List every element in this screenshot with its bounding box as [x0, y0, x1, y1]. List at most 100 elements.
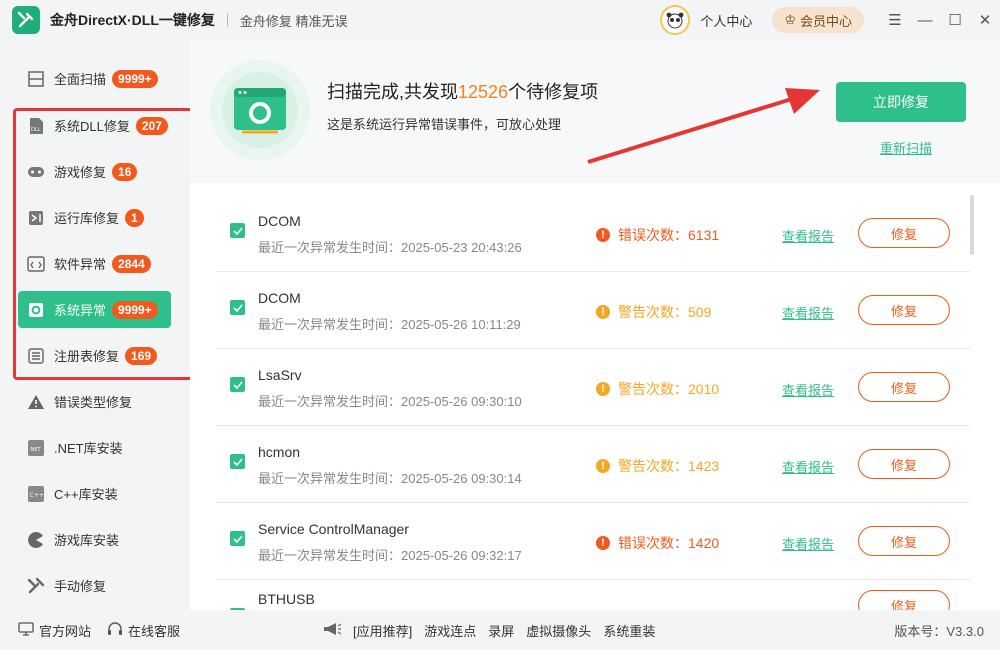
link-virtual-camera[interactable]: 虚拟摄像头: [526, 621, 591, 640]
link-screen-record[interactable]: 录屏: [488, 621, 514, 640]
cpp-icon: C++: [26, 484, 46, 504]
user-center-link[interactable]: 个人中心: [700, 11, 752, 30]
error-count: ! 错误次数：1420: [596, 533, 719, 553]
event-source: BTHUSB: [258, 591, 315, 607]
count-badge: 9999+: [112, 69, 158, 88]
svg-text:.NET: .NET: [29, 447, 41, 453]
view-report-link[interactable]: 查看报告: [782, 380, 834, 399]
vip-center-button[interactable]: ♔ 会员中心: [772, 7, 864, 33]
link-system-reinstall[interactable]: 系统重装: [603, 621, 655, 640]
app-title: 金舟DirectX·DLL一键修复: [50, 12, 215, 28]
headset-icon: [107, 621, 123, 640]
official-website-label: 官方网站: [39, 623, 92, 639]
title-divider: [226, 13, 228, 27]
fix-button[interactable]: 修复: [858, 526, 950, 556]
highlight-annotation-box: [13, 108, 193, 380]
row-checkbox[interactable]: [230, 300, 245, 315]
last-occurrence-time: 最近一次异常发生时间：2025-05-26 09:32:17: [258, 548, 522, 563]
fix-now-button[interactable]: 立即修复: [836, 82, 966, 122]
minimize-icon[interactable]: —: [910, 0, 940, 40]
scan-title-prefix: 扫描完成,共发现: [327, 82, 459, 102]
list-item: hcmon 最近一次异常发生时间：2025-05-26 09:30:14 ! 警告…: [216, 426, 970, 503]
view-report-link[interactable]: 查看报告: [782, 303, 834, 322]
sidebar-item-manual-repair[interactable]: 手动修复: [18, 567, 171, 604]
list-item: DCOM 最近一次异常发生时间：2025-05-23 20:43:26 ! 错误次…: [216, 195, 970, 272]
monitor-icon: [18, 621, 34, 639]
list-item: Service ControlManager 最近一次异常发生时间：2025-0…: [216, 503, 970, 580]
warning-icon: !: [596, 305, 610, 319]
scan-result-subtitle: 这是系统运行异常错误事件，可放心处理: [327, 117, 562, 132]
fix-button[interactable]: 修复: [858, 295, 950, 325]
count-text: 警告次数：509: [618, 304, 712, 320]
warning-icon: !: [596, 459, 610, 473]
close-icon[interactable]: ✕: [970, 0, 1000, 40]
scan-result-banner: 扫描完成,共发现12526个待修复项 这是系统运行异常错误事件，可放心处理 立即…: [190, 40, 1000, 183]
error-count: ! 错误次数：6131: [596, 225, 719, 245]
count-text: 错误次数：1420: [618, 535, 720, 551]
online-support-link[interactable]: 在线客服: [107, 621, 180, 640]
main-panel: 扫描完成,共发现12526个待修复项 这是系统运行异常错误事件，可放心处理 立即…: [190, 40, 1000, 610]
svg-text:C++: C++: [30, 492, 44, 499]
full-scan-icon: [26, 69, 46, 89]
fix-button[interactable]: 修复: [858, 449, 950, 479]
row-checkbox[interactable]: [230, 531, 245, 546]
sidebar-item-dotnet-install[interactable]: .NET .NET库安装: [18, 429, 171, 466]
menu-icon[interactable]: ☰: [880, 0, 910, 40]
row-checkbox[interactable]: [230, 454, 245, 469]
dotnet-icon: .NET: [26, 438, 46, 458]
avatar[interactable]: [660, 5, 691, 35]
tools-icon: [26, 576, 46, 596]
warning-icon: !: [596, 382, 610, 396]
status-bar: 官方网站 在线客服 [应用推荐] 游戏连点 录屏 虚拟摄像头 系统重装 版本号：…: [0, 610, 1000, 650]
vip-center-label: 会员中心: [799, 13, 852, 29]
sidebar-item-label: 全面扫描: [54, 72, 107, 87]
warning-count: ! 警告次数：2010: [596, 379, 719, 399]
maximize-icon[interactable]: ☐: [940, 0, 970, 40]
sidebar-item-label: .NET库安装: [54, 441, 123, 456]
view-report-link[interactable]: 查看报告: [782, 534, 834, 553]
last-occurrence-time: 最近一次异常发生时间：2025-05-26 10:11:29: [258, 317, 521, 332]
title-bar: 金舟DirectX·DLL一键修复 金舟修复 精准无误 个人中心 ♔ 会员中心 …: [0, 0, 1000, 40]
link-game-clicker[interactable]: 游戏连点: [424, 621, 476, 640]
fix-button[interactable]: 修复: [858, 372, 950, 402]
issue-list: DCOM 最近一次异常发生时间：2025-05-23 20:43:26 ! 错误次…: [216, 195, 970, 610]
scan-complete-illustration-icon: [210, 60, 310, 160]
app-recommend: [应用推荐]: [322, 621, 412, 640]
last-occurrence-time: 最近一次异常发生时间：2025-05-26 09:30:10: [258, 394, 522, 409]
sidebar-item-game-lib-install[interactable]: 游戏库安装: [18, 521, 171, 558]
issue-count: 12526: [458, 82, 509, 102]
scan-result-title: 扫描完成,共发现12526个待修复项: [327, 78, 598, 104]
sidebar-item-full-scan[interactable]: 全面扫描 9999+: [18, 60, 171, 97]
view-report-link[interactable]: 查看报告: [782, 226, 834, 245]
warning-count: ! 警告次数：509: [596, 302, 711, 322]
rescan-link[interactable]: 重新扫描: [880, 138, 932, 157]
view-report-link[interactable]: 查看报告: [782, 457, 834, 476]
count-text: 警告次数：1423: [618, 458, 720, 474]
sidebar-item-label: 游戏库安装: [54, 533, 120, 548]
count-text: 错误次数：6131: [618, 227, 720, 243]
event-source: LsaSrv: [258, 367, 302, 383]
pacman-icon: [26, 530, 46, 550]
red-arrow-annotation-icon: [587, 88, 820, 164]
last-occurrence-time: 最近一次异常发生时间：2025-05-23 20:43:26: [258, 240, 522, 255]
app-slogan: 金舟修复 精准无误: [239, 13, 348, 29]
megaphone-icon: [322, 621, 342, 640]
list-item: DCOM 最近一次异常发生时间：2025-05-26 10:11:29 ! 警告次…: [216, 272, 970, 349]
official-website-link[interactable]: 官方网站: [18, 621, 91, 640]
list-item: LsaSrv 最近一次异常发生时间：2025-05-26 09:30:10 ! 警…: [216, 349, 970, 426]
warning-count: ! 警告次数：1423: [596, 456, 719, 476]
error-icon: !: [596, 228, 610, 242]
fix-button[interactable]: 修复: [858, 218, 950, 248]
fix-button[interactable]: 修复: [858, 590, 950, 610]
sidebar-item-label: C++库安装: [54, 487, 118, 502]
sidebar-item-error-type-repair[interactable]: 错误类型修复: [18, 383, 171, 420]
sidebar-item-cpp-install[interactable]: C++ C++库安装: [18, 475, 171, 512]
warning-icon: [26, 392, 46, 412]
row-checkbox[interactable]: [230, 377, 245, 392]
error-icon: !: [596, 536, 610, 550]
row-checkbox[interactable]: [230, 223, 245, 238]
list-scrollbar[interactable]: [970, 195, 974, 255]
sidebar-item-label: 错误类型修复: [54, 395, 133, 410]
recommend-label: [应用推荐]: [353, 623, 413, 639]
crown-icon: ♔: [784, 12, 796, 27]
